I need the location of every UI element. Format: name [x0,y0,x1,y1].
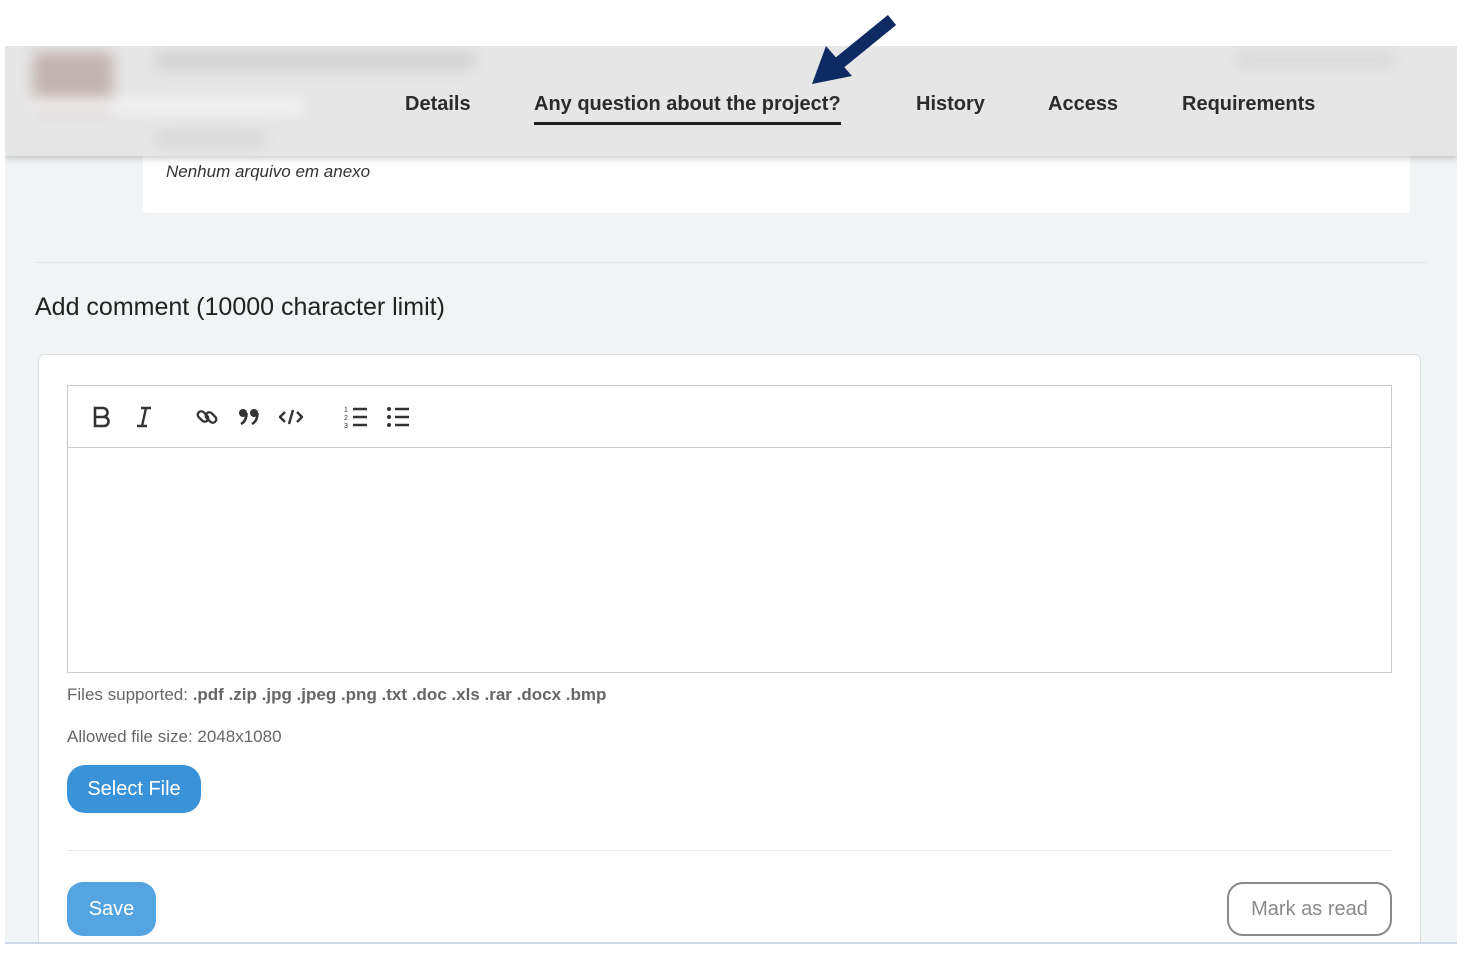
blurred-meta [155,132,265,146]
unordered-list-icon[interactable] [384,403,412,431]
files-supported-types: .pdf .zip .jpg .jpeg .png .txt .doc .xls… [192,685,607,704]
tab-details[interactable]: Details [405,93,471,122]
blurred-title [155,52,475,70]
svg-text:2: 2 [344,415,348,422]
select-file-button[interactable]: Select File [67,765,201,813]
files-supported-text: Files supported: .pdf .zip .jpg .jpeg .p… [67,685,606,705]
blurred-right-meta [1235,52,1395,68]
svg-text:3: 3 [344,423,348,429]
tab-history[interactable]: History [916,93,985,122]
section-divider [35,262,1427,263]
add-comment-title: Add comment (10000 character limit) [35,293,445,321]
svg-text:1: 1 [344,407,348,414]
project-header: Details Any question about the project? … [5,46,1457,156]
no-attachments-text: Nenhum arquivo em anexo [166,162,371,181]
tab-questions[interactable]: Any question about the project? [534,93,841,125]
files-supported-label: Files supported: [67,685,188,704]
bottom-edge [5,942,1457,944]
mark-as-read-button[interactable]: Mark as read [1227,882,1392,936]
comment-card: 123 Files supported: .pdf .zip .jpg .jpe… [38,354,1421,943]
save-button[interactable]: Save [67,882,156,936]
tab-access[interactable]: Access [1048,93,1118,122]
tab-bar: Details Any question about the project? … [5,93,1457,133]
actions-divider [67,850,1392,851]
tab-requirements[interactable]: Requirements [1182,93,1315,122]
link-icon[interactable] [193,403,221,431]
rich-text-editor: 123 [67,385,1392,673]
bold-icon[interactable] [88,403,116,431]
editor-toolbar: 123 [68,386,1391,448]
allowed-size-text: Allowed file size: 2048x1080 [67,727,282,746]
comment-text-area[interactable] [68,448,1391,672]
annotation-arrow [812,14,897,84]
italic-icon[interactable] [130,403,158,431]
code-icon[interactable] [277,403,305,431]
app-container: Nenhum arquivo em anexo Details Any ques… [5,46,1457,943]
quote-icon[interactable] [235,403,263,431]
ordered-list-icon[interactable]: 123 [342,403,370,431]
